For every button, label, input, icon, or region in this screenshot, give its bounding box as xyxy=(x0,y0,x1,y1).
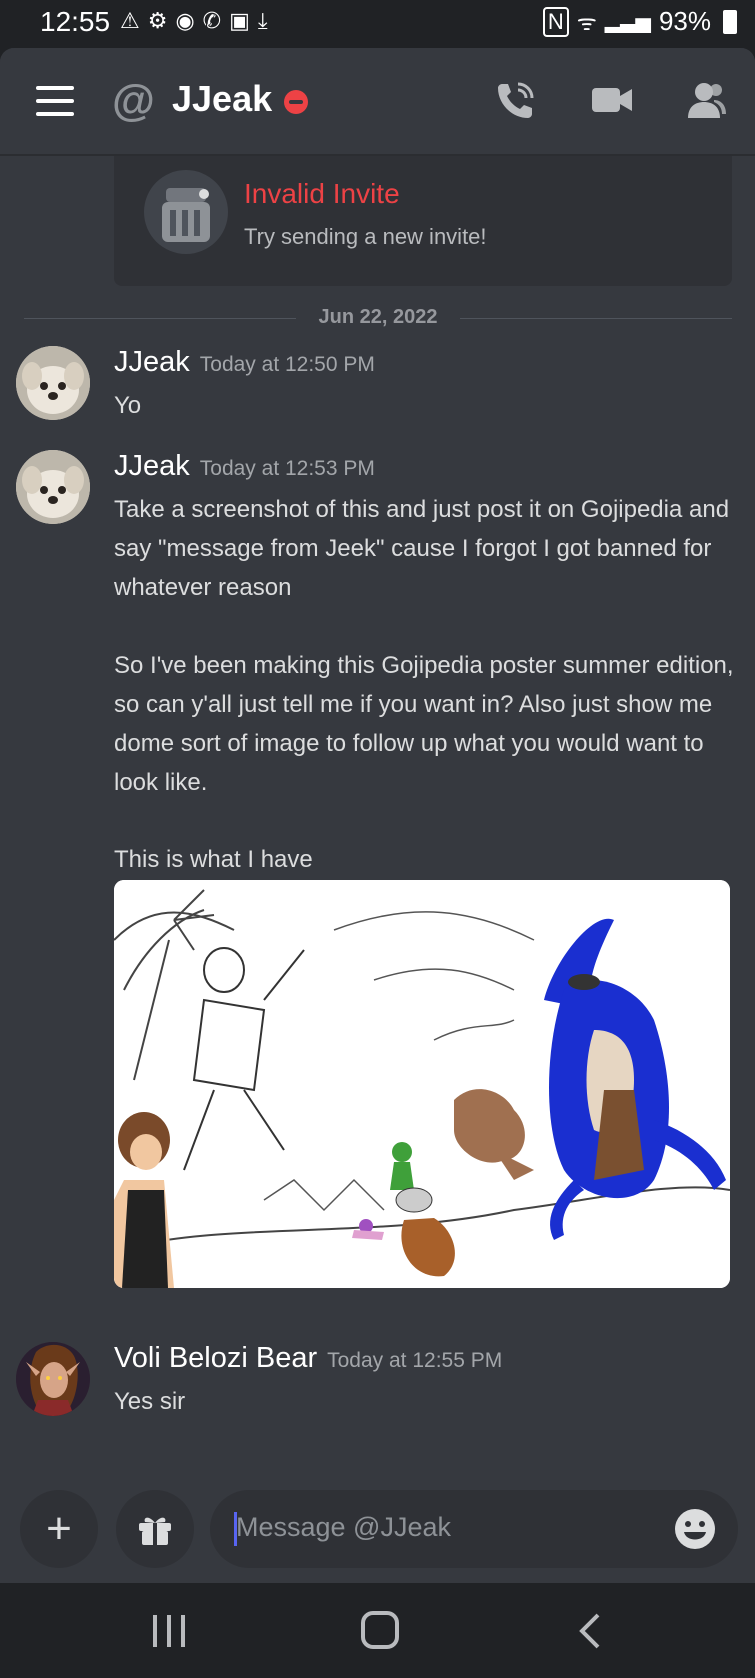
nfc-icon: N xyxy=(542,6,569,37)
trash-bot-icon xyxy=(144,170,228,254)
at-icon: @ xyxy=(112,76,155,125)
hamburger-icon[interactable] xyxy=(36,86,74,116)
system-nav-bar xyxy=(0,1583,755,1678)
message-timestamp: Today at 12:55 PM xyxy=(327,1349,503,1372)
battery-icon xyxy=(723,9,737,34)
message-composer: + Message @JJeak xyxy=(0,1486,755,1583)
message-placeholder: Message @JJeak xyxy=(236,1512,451,1542)
message-timestamp: Today at 12:50 PM xyxy=(199,353,375,376)
message-text: Yo xyxy=(114,392,142,419)
recents-icon[interactable] xyxy=(145,1611,193,1651)
gift-icon xyxy=(116,1490,194,1568)
image-icon: ▣ xyxy=(229,8,250,33)
image-attachment[interactable] xyxy=(114,880,730,1288)
dm-screen: @ JJeak Invalid Invite Try sending a new… xyxy=(0,48,755,1583)
avatar[interactable] xyxy=(16,450,90,524)
download-icon: ⤓ xyxy=(257,8,268,33)
plus-icon: + xyxy=(46,1504,72,1553)
message-paragraph: This is what I have xyxy=(114,846,313,873)
channel-header: @ JJeak xyxy=(0,48,755,156)
message-author[interactable]: Voli Belozi Bear Today at 12:55 PM xyxy=(114,1342,502,1375)
signal-icon: ▂▃▅ xyxy=(604,11,651,33)
gear-icon: ⚙ xyxy=(147,8,168,33)
home-icon[interactable] xyxy=(356,1611,404,1651)
message-timestamp: Today at 12:53 PM xyxy=(199,457,375,480)
video-icon[interactable] xyxy=(590,78,634,122)
status-bar: 12:55 ⚠ ⚙ ◉ ✆ ▣ ⤓ N ᯤ ▂▃▅ 93% xyxy=(0,0,755,48)
invite-title: Invalid Invite xyxy=(244,178,400,209)
dnd-status-icon xyxy=(284,90,308,114)
message-author[interactable]: JJeak Today at 12:53 PM xyxy=(114,450,375,483)
members-icon[interactable] xyxy=(684,78,728,122)
author-name[interactable]: JJeak xyxy=(114,346,190,378)
status-time: 12:55 xyxy=(40,6,111,37)
dm-title[interactable]: JJeak xyxy=(172,78,272,120)
gift-button[interactable] xyxy=(116,1490,194,1568)
message-list[interactable]: Invalid Invite Try sending a new invite!… xyxy=(0,156,755,1486)
phone-call-icon[interactable] xyxy=(494,78,538,122)
wifi-icon: ᯤ xyxy=(576,9,597,35)
message-author[interactable]: JJeak Today at 12:50 PM xyxy=(114,346,375,379)
notification-icons: ⚠ ⚙ ◉ ✆ ▣ ⤓ xyxy=(120,8,268,34)
author-name[interactable]: JJeak xyxy=(114,450,190,482)
back-icon[interactable] xyxy=(568,1611,616,1651)
invite-embed: Invalid Invite Try sending a new invite! xyxy=(114,156,732,286)
add-attachment-button[interactable]: + xyxy=(20,1490,98,1568)
invite-subtitle: Try sending a new invite! xyxy=(244,224,487,249)
avatar[interactable] xyxy=(16,346,90,420)
missed-call-icon: ✆ xyxy=(202,8,222,33)
warning-icon: ⚠ xyxy=(120,8,140,33)
author-name[interactable]: Voli Belozi Bear xyxy=(114,1342,317,1374)
message-input[interactable]: Message @JJeak xyxy=(210,1490,738,1568)
message-paragraph: So I've been making this Gojipedia poste… xyxy=(114,652,734,796)
message-paragraph: Take a screenshot of this and just post … xyxy=(114,496,730,601)
system-icons: N ᯤ ▂▃▅ 93% xyxy=(542,6,737,37)
date-divider: Jun 22, 2022 xyxy=(24,306,732,330)
avatar[interactable] xyxy=(16,1342,90,1416)
battery-percent: 93% xyxy=(658,6,711,36)
message-text: Yes sir xyxy=(114,1388,186,1415)
emoji-icon[interactable] xyxy=(674,1508,716,1550)
messenger-icon: ◉ xyxy=(175,8,195,33)
